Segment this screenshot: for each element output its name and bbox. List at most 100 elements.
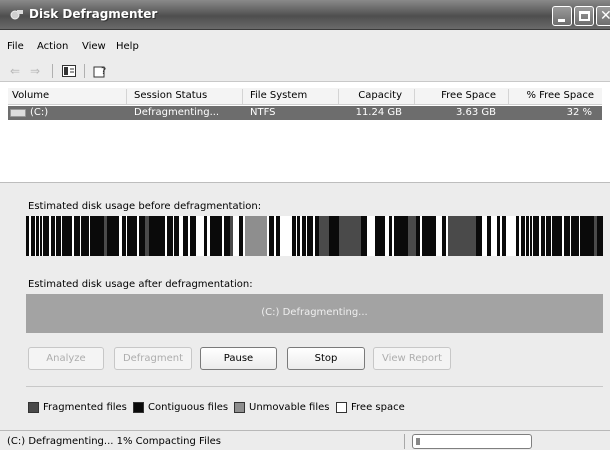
disk-cluster-segment xyxy=(319,216,329,256)
legend-fragmented-label: Fragmented files xyxy=(43,402,127,413)
disk-cluster-segment xyxy=(551,216,552,256)
volume-list[interactable]: Volume Session Status File System Capaci… xyxy=(8,88,602,180)
after-status-text: (C:) Defragmenting... xyxy=(261,307,368,318)
defrag-progress-bar xyxy=(412,434,532,449)
disk-cluster-segment xyxy=(306,216,307,256)
disk-cluster-segment xyxy=(267,216,269,256)
disk-cluster-segment xyxy=(491,216,497,256)
window-title: Disk Defragmenter xyxy=(29,7,158,21)
stop-button[interactable]: Stop xyxy=(287,347,365,370)
disk-cluster-segment xyxy=(174,216,179,256)
disk-cluster-segment xyxy=(361,216,367,256)
column-separator[interactable] xyxy=(242,89,243,104)
disk-cluster-segment xyxy=(56,216,61,256)
maximize-icon xyxy=(579,11,590,21)
status-text: (C:) Defragmenting... 1% Compacting File… xyxy=(7,436,221,447)
disk-cluster-segment xyxy=(149,216,165,256)
disk-cluster-segment xyxy=(500,216,502,256)
legend-swatch-unmovable xyxy=(234,402,245,413)
close-button[interactable]: ✕ xyxy=(596,6,610,26)
disk-cluster-segment xyxy=(571,216,579,256)
after-disk-usage-map: (C:) Defragmenting... xyxy=(26,294,603,333)
menu-file[interactable]: File xyxy=(7,41,24,52)
disk-cluster-segment xyxy=(422,216,436,256)
disk-cluster-segment xyxy=(497,216,500,256)
disk-cluster-segment xyxy=(526,216,529,256)
menu-view[interactable]: View xyxy=(82,41,106,52)
disk-cluster-segment xyxy=(74,216,80,256)
legend-unmovable-label: Unmovable files xyxy=(249,402,330,413)
column-volume[interactable]: Volume xyxy=(12,90,49,105)
after-defrag-label: Estimated disk usage after defragmentati… xyxy=(28,279,253,290)
disk-cluster-segment xyxy=(230,216,233,256)
disk-cluster-segment xyxy=(597,216,603,256)
disk-cluster-segment xyxy=(562,216,564,256)
disk-cluster-segment xyxy=(580,216,594,256)
disk-cluster-segment xyxy=(594,216,597,256)
disk-cluster-segment xyxy=(533,216,539,256)
menu-help[interactable]: Help xyxy=(116,41,139,52)
disk-cluster-segment xyxy=(487,216,491,256)
disk-cluster-segment xyxy=(564,216,570,256)
disk-cluster-segment xyxy=(49,216,51,256)
disk-cluster-segment xyxy=(51,216,55,256)
disk-cluster-segment xyxy=(207,216,210,256)
before-disk-usage-map xyxy=(26,216,603,256)
disk-cluster-segment xyxy=(165,216,167,256)
disk-cluster-segment xyxy=(190,216,196,256)
disk-cluster-segment xyxy=(339,216,361,256)
disk-cluster-segment xyxy=(196,216,204,256)
disk-cluster-segment xyxy=(375,216,385,256)
disk-cluster-segment xyxy=(552,216,562,256)
disk-cluster-segment xyxy=(545,216,546,256)
cell-session-status: Defragmenting... xyxy=(134,107,220,118)
help-icon[interactable]: ? xyxy=(92,63,110,79)
minimize-button[interactable] xyxy=(552,6,572,26)
disk-cluster-segment xyxy=(274,216,276,256)
disk-cluster-segment xyxy=(137,216,139,256)
toolbar-separator xyxy=(52,64,53,78)
disk-cluster-segment xyxy=(300,216,302,256)
forward-arrow-icon[interactable]: ⇒ xyxy=(26,63,44,79)
column-free-space[interactable]: Free Space xyxy=(414,90,496,105)
disk-cluster-segment xyxy=(26,216,29,256)
disk-cluster-segment xyxy=(42,216,43,256)
cell-percent-free-space: 32 % xyxy=(566,107,592,118)
disk-cluster-segment xyxy=(127,216,137,256)
defragment-button[interactable]: Defragment xyxy=(114,347,192,370)
maximize-button[interactable] xyxy=(574,6,594,26)
disk-cluster-segment xyxy=(525,216,526,256)
disk-cluster-segment xyxy=(90,216,104,256)
legend-swatch-fragmented xyxy=(28,402,39,413)
disk-cluster-segment xyxy=(530,216,532,256)
disk-cluster-segment xyxy=(72,216,74,256)
disk-cluster-segment xyxy=(476,216,482,256)
column-separator[interactable] xyxy=(126,89,127,104)
disk-cluster-segment xyxy=(204,216,207,256)
column-file-system[interactable]: File System xyxy=(250,90,307,105)
disk-cluster-segment xyxy=(29,216,31,256)
console-tree-icon[interactable] xyxy=(60,63,78,79)
column-percent-free-space[interactable]: % Free Space xyxy=(508,90,594,105)
toolbar-separator xyxy=(84,64,85,78)
view-report-button[interactable]: View Report xyxy=(373,347,451,370)
disk-cluster-segment xyxy=(541,216,545,256)
disk-cluster-segment xyxy=(329,216,339,256)
disk-cluster-segment xyxy=(39,216,40,256)
analyze-button[interactable]: Analyze xyxy=(28,347,104,370)
menu-action[interactable]: Action xyxy=(37,41,68,52)
disk-cluster-segment xyxy=(119,216,122,256)
column-capacity[interactable]: Capacity xyxy=(338,90,402,105)
disk-cluster-segment xyxy=(292,216,296,256)
column-session-status[interactable]: Session Status xyxy=(134,90,207,105)
disk-cluster-segment xyxy=(243,216,245,256)
title-bar[interactable]: Disk Defragmenter ✕ xyxy=(0,0,610,30)
disk-cluster-segment xyxy=(482,216,487,256)
pause-button[interactable]: Pause xyxy=(200,347,277,370)
back-arrow-icon[interactable]: ⇐ xyxy=(6,63,24,79)
disk-cluster-segment xyxy=(385,216,389,256)
disk-cluster-segment xyxy=(297,216,300,256)
cell-file-system: NTFS xyxy=(250,107,276,118)
svg-text:?: ? xyxy=(101,66,106,77)
table-row[interactable]: (C:) Defragmenting... NTFS 11.24 GB 3.63… xyxy=(8,106,602,120)
